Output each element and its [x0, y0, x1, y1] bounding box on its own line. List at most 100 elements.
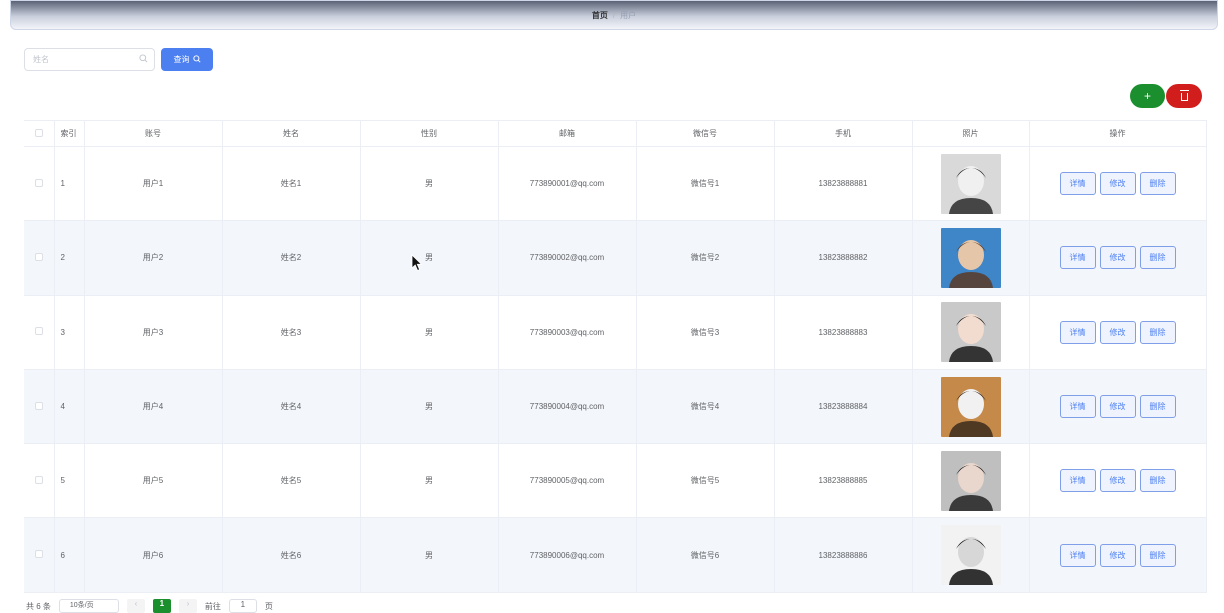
user-photo[interactable] — [940, 153, 1001, 214]
edit-button[interactable]: 修改 — [1099, 320, 1136, 344]
user-photo[interactable] — [940, 376, 1001, 437]
row-select-cell[interactable] — [24, 220, 55, 296]
breadcrumb-home[interactable]: 首页 — [592, 10, 608, 21]
detail-button[interactable]: 详情 — [1059, 469, 1096, 493]
cell-account: 用户4 — [84, 369, 223, 445]
breadcrumb-current: 用户 — [620, 10, 637, 20]
table-row: 6 用户6 姓名6 男 773890006@qq.com 微信号6 13823888886 详… — [24, 517, 1207, 593]
goto-page-input[interactable]: 1 — [228, 599, 257, 613]
cell-gender: 男 — [360, 295, 499, 370]
row-select-cell[interactable] — [24, 146, 55, 222]
row-select-cell[interactable] — [24, 369, 55, 445]
cell-name: 姓名5 — [222, 443, 361, 519]
cell-index: 5 — [54, 443, 85, 519]
detail-button[interactable]: 详情 — [1059, 320, 1096, 344]
name-search-input[interactable] — [25, 49, 135, 70]
table-row: 1 用户1 姓名1 男 773890001@qq.com 微信号1 13823888881 详… — [24, 146, 1207, 222]
edit-button[interactable]: 修改 — [1099, 246, 1136, 270]
delete-button[interactable]: 删除 — [1139, 543, 1176, 567]
user-photo[interactable] — [940, 227, 1001, 288]
cell-gender: 男 — [360, 443, 499, 519]
search-icon — [192, 54, 201, 65]
row-checkbox[interactable] — [34, 178, 43, 187]
cell-photo — [912, 295, 1030, 370]
row-checkbox[interactable] — [34, 475, 43, 484]
edit-button[interactable]: 修改 — [1099, 543, 1136, 567]
cell-photo — [912, 517, 1030, 593]
prev-page-button[interactable]: ‹ — [126, 599, 145, 613]
mouse-cursor-icon — [411, 254, 423, 272]
select-all-cell[interactable] — [24, 120, 55, 147]
cell-gender: 男 — [360, 220, 499, 296]
cell-index: 6 — [54, 517, 85, 593]
pagination: 共 6 条 10条/页 ‹ 1 › 前往 1 页 — [26, 599, 273, 613]
trash-icon — [1179, 90, 1189, 101]
search-icon — [139, 54, 148, 65]
cell-phone: 13823888885 — [774, 443, 913, 519]
cell-actions: 详情 修改 删除 — [1029, 369, 1207, 445]
cell-wechat: 微信号4 — [636, 369, 775, 445]
cell-email: 773890002@qq.com — [498, 220, 637, 296]
delete-button[interactable]: 删除 — [1139, 395, 1176, 419]
header-name: 姓名 — [222, 120, 361, 147]
search-field[interactable] — [24, 48, 155, 71]
cell-index: 1 — [54, 146, 85, 222]
row-checkbox[interactable] — [34, 252, 43, 261]
cell-name: 姓名3 — [222, 295, 361, 370]
delete-button[interactable]: 删除 — [1139, 246, 1176, 270]
query-button[interactable]: 查询 — [161, 48, 213, 71]
select-all-checkbox[interactable] — [34, 128, 43, 137]
row-select-cell[interactable] — [24, 443, 55, 519]
table-row: 2 用户2 姓名2 男 773890002@qq.com 微信号2 13823888882 详… — [24, 220, 1207, 296]
row-checkbox[interactable] — [34, 401, 43, 410]
delete-button[interactable]: 删除 — [1139, 172, 1176, 196]
goto-label: 前往 — [204, 601, 221, 611]
cell-phone: 13823888883 — [774, 295, 913, 370]
header-wechat: 微信号 — [636, 120, 775, 147]
query-button-label: 查询 — [173, 55, 190, 64]
next-page-button[interactable]: › — [178, 599, 197, 613]
edit-button[interactable]: 修改 — [1099, 172, 1136, 196]
cell-email: 773890006@qq.com — [498, 517, 637, 593]
row-checkbox[interactable] — [34, 550, 43, 559]
user-photo[interactable] — [940, 450, 1001, 511]
delete-button[interactable]: 删除 — [1139, 469, 1176, 493]
cell-wechat: 微信号5 — [636, 443, 775, 519]
detail-button[interactable]: 详情 — [1059, 395, 1096, 419]
cell-name: 姓名1 — [222, 146, 361, 222]
cell-index: 4 — [54, 369, 85, 445]
add-button[interactable]: + — [1130, 84, 1165, 108]
cell-account: 用户2 — [84, 220, 223, 296]
cell-actions: 详情 修改 删除 — [1029, 146, 1207, 222]
cell-wechat: 微信号1 — [636, 146, 775, 222]
edit-button[interactable]: 修改 — [1099, 395, 1136, 419]
row-select-cell[interactable] — [24, 517, 55, 593]
detail-button[interactable]: 详情 — [1059, 543, 1096, 567]
page-size-select[interactable]: 10条/页 — [58, 599, 119, 613]
table-row: 4 用户4 姓名4 男 773890004@qq.com 微信号4 13823888884 详… — [24, 369, 1207, 445]
header-phone: 手机 — [774, 120, 913, 147]
cell-name: 姓名6 — [222, 517, 361, 593]
row-select-cell[interactable] — [24, 295, 55, 370]
user-photo[interactable] — [940, 525, 1001, 586]
cell-name: 姓名2 — [222, 220, 361, 296]
header-account: 账号 — [84, 120, 223, 147]
page-number-1[interactable]: 1 — [152, 599, 171, 613]
cell-gender: 男 — [360, 369, 499, 445]
delete-button[interactable]: 删除 — [1139, 320, 1176, 344]
detail-button[interactable]: 详情 — [1059, 172, 1096, 196]
cell-index: 3 — [54, 295, 85, 370]
detail-button[interactable]: 详情 — [1059, 246, 1096, 270]
header-email: 邮箱 — [498, 120, 637, 147]
cell-photo — [912, 146, 1030, 222]
cell-photo — [912, 369, 1030, 445]
table-row: 3 用户3 姓名3 男 773890003@qq.com 微信号3 13823888883 详… — [24, 295, 1207, 370]
edit-button[interactable]: 修改 — [1099, 469, 1136, 493]
row-checkbox[interactable] — [34, 327, 43, 336]
batch-delete-button[interactable] — [1166, 84, 1202, 108]
cell-actions: 详情 修改 删除 — [1029, 517, 1207, 593]
cell-account: 用户6 — [84, 517, 223, 593]
cell-wechat: 微信号3 — [636, 295, 775, 370]
user-photo[interactable] — [940, 302, 1001, 363]
cell-email: 773890005@qq.com — [498, 443, 637, 519]
